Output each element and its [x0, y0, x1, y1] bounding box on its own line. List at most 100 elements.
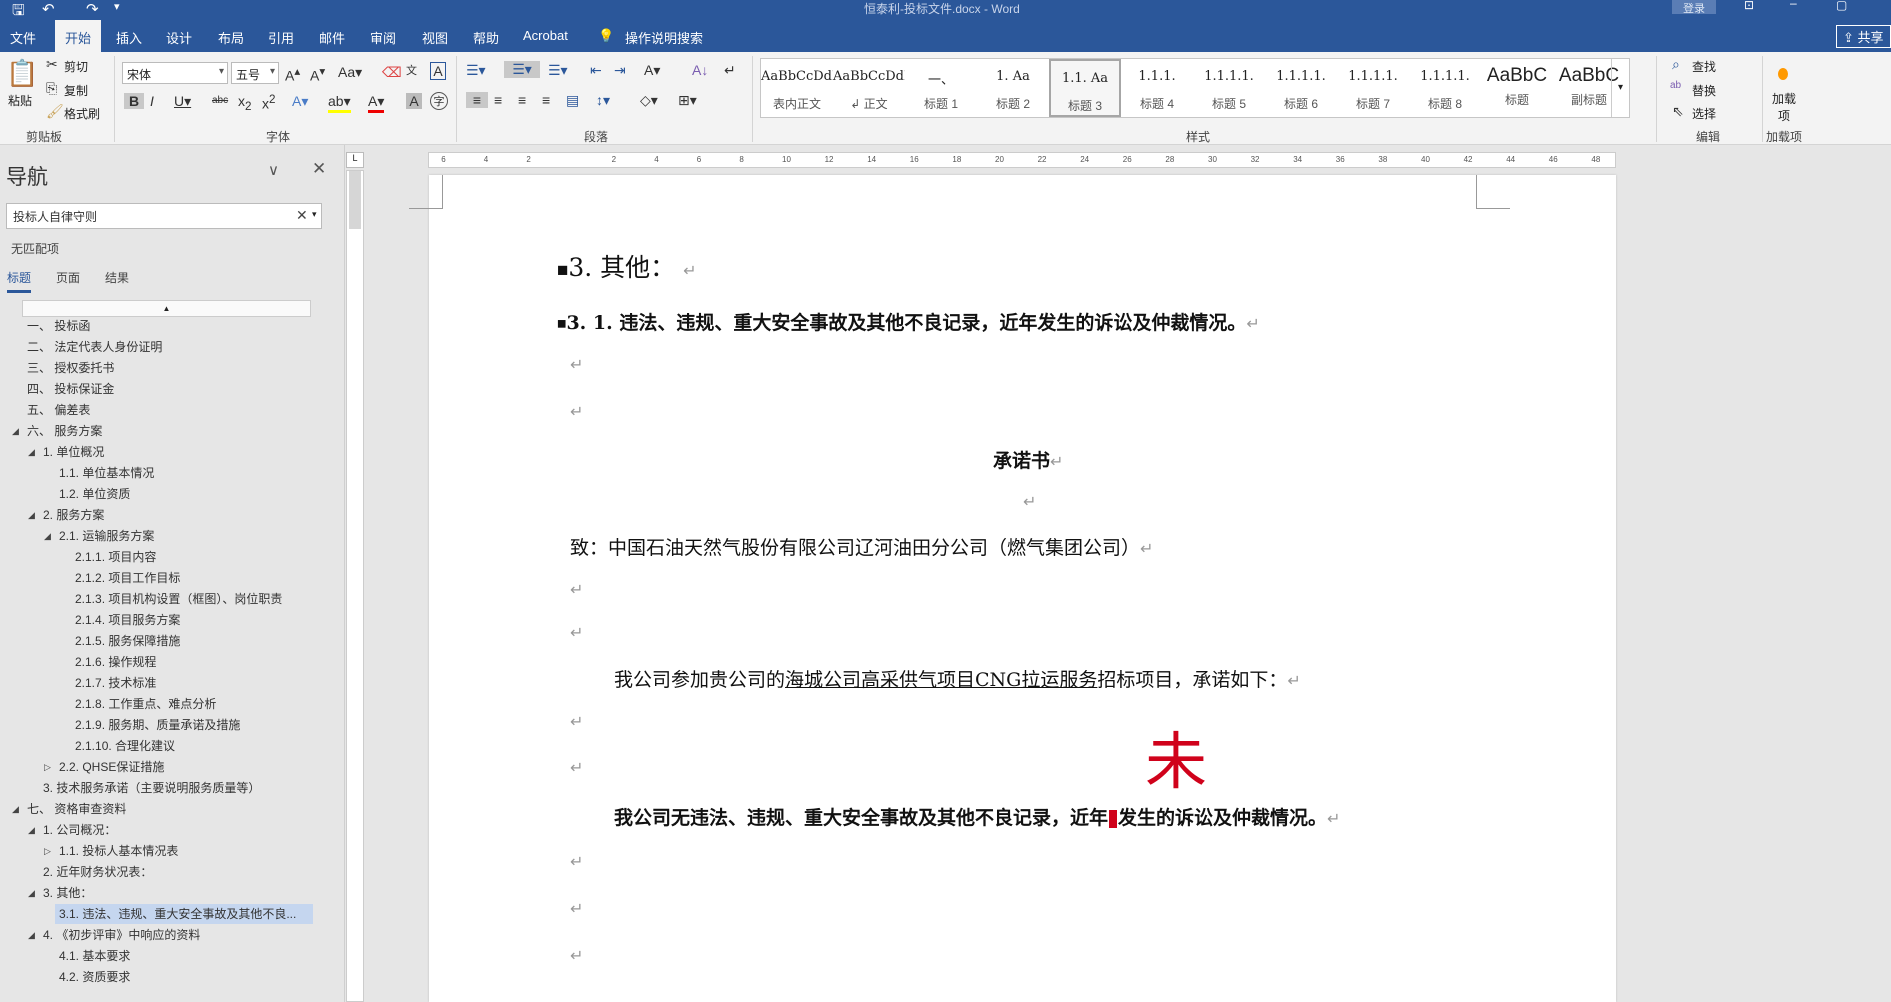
nav-heading-item[interactable]: 2. 服务方案 [43, 505, 104, 525]
nav-heading-item[interactable]: 3.1. 违法、违规、重大安全事故及其他不良... [55, 904, 313, 924]
style-9[interactable]: 1.1.1.1. 标题 8 [1409, 59, 1481, 117]
maximize-icon[interactable]: ▢ [1836, 0, 1847, 12]
tab-selector[interactable]: L [346, 152, 364, 168]
style-0[interactable]: AaBbCcDdI 表内正文 [761, 59, 833, 117]
clear-formatting-icon[interactable]: ⌫ [382, 64, 402, 81]
nav-heading-item[interactable]: 2.1.9. 服务期、质量承诺及措施 [75, 715, 240, 735]
redo-icon[interactable]: ↷ [86, 0, 99, 18]
shading-icon[interactable]: ◇▾ [640, 92, 658, 109]
nav-heading-item[interactable]: 1. 公司概况： [43, 820, 116, 840]
nav-heading-item[interactable]: 1.2. 单位资质 [59, 484, 130, 504]
tab-home[interactable]: 开始 [55, 20, 102, 52]
nav-heading-item[interactable]: 4.1. 基本要求 [59, 946, 130, 966]
nav-heading-item[interactable]: 2.1.3. 项目机构设置（框图）、岗位职责 [75, 589, 282, 609]
nav-tab-pages[interactable]: 页面 [56, 269, 80, 286]
share-button[interactable]: ⇪ 共享 [1836, 25, 1891, 48]
tell-me-search[interactable]: 操作说明搜索 [625, 26, 703, 49]
tab-insert[interactable]: 插入 [116, 26, 142, 49]
document-page[interactable]: ■3. 其他： ↵ ■3. 1. 违法、违规、重大安全事故及其他不良记录，近年发… [409, 175, 1616, 1002]
bold-button[interactable]: B [124, 93, 144, 109]
underline-button[interactable]: U▾ [174, 93, 191, 110]
tab-acrobat[interactable]: Acrobat [523, 26, 568, 45]
nav-options-chevron-icon[interactable]: ∨ [268, 161, 279, 179]
character-border-icon[interactable]: A [430, 62, 446, 80]
customize-icon[interactable]: ▾ [114, 0, 120, 13]
nav-heading-item[interactable]: 2.1.2. 项目工作目标 [75, 568, 180, 588]
collapse-icon[interactable]: ◢ [28, 925, 35, 945]
align-center-button[interactable]: ≡ [494, 92, 502, 108]
decrease-indent-icon[interactable]: ⇤ [590, 62, 602, 79]
styles-more-chevron-icon[interactable]: ▾ [1611, 59, 1629, 117]
align-right-button[interactable]: ≡ [518, 92, 526, 108]
show-marks-icon[interactable]: ↵ [724, 62, 736, 79]
nav-heading-item[interactable]: 2.1.1. 项目内容 [75, 547, 156, 567]
nav-heading-item[interactable]: 2.1.7. 技术标准 [75, 673, 156, 693]
tab-view[interactable]: 视图 [422, 26, 448, 49]
highlight-color-icon[interactable]: ab▾ [328, 93, 351, 113]
expand-icon[interactable]: ▷ [44, 841, 51, 861]
clear-search-icon[interactable]: ✕ [296, 207, 308, 224]
style-10[interactable]: AaBbC 标题 [1481, 59, 1553, 117]
superscript-button[interactable]: x2 [262, 93, 275, 112]
collapse-icon[interactable]: ◢ [28, 883, 35, 903]
nav-heading-item[interactable]: 4. 《初步评审》中响应的资料 [43, 925, 200, 945]
ribbon-display-icon[interactable]: ⊡ [1744, 0, 1754, 12]
nav-heading-item[interactable]: 3. 其他： [43, 883, 92, 903]
nav-heading-item[interactable]: 2.2. QHSE保证措施 [59, 757, 164, 777]
nav-heading-item[interactable]: 七、 资格审查资料 [27, 799, 126, 819]
login-button[interactable]: 登录 [1672, 0, 1716, 15]
collapse-icon[interactable]: ◢ [28, 442, 35, 462]
nav-search-input[interactable]: 投标人自律守则 ✕ ▾ [6, 203, 322, 229]
font-color-icon[interactable]: A▾ [368, 93, 385, 113]
style-4[interactable]: 1.1. Aa 标题 3 [1049, 59, 1121, 117]
enclose-characters-icon[interactable]: 字 [430, 92, 448, 110]
style-1[interactable]: AaBbCcDdI ↲ 正文 [833, 59, 905, 117]
font-size-select[interactable]: 五号 [231, 62, 279, 84]
subscript-button[interactable]: x2 [238, 93, 251, 113]
paste-button[interactable]: 粘贴 [8, 92, 32, 109]
scroll-up-button[interactable]: ▲ [22, 300, 311, 317]
nav-heading-item[interactable]: 2.1. 运输服务方案 [59, 526, 154, 546]
borders-icon[interactable]: ⊞▾ [678, 92, 697, 109]
cut-button[interactable]: 剪切 [64, 58, 88, 75]
nav-heading-item[interactable]: 2.1.4. 项目服务方案 [75, 610, 180, 630]
undo-icon[interactable]: ↶ [42, 0, 55, 18]
asian-layout-icon[interactable]: A▾ [644, 62, 660, 79]
tab-references[interactable]: 引用 [268, 26, 294, 49]
copy-button[interactable]: 复制 [64, 82, 88, 99]
nav-heading-item[interactable]: 2.1.10. 合理化建议 [75, 736, 175, 756]
collapse-icon[interactable]: ◢ [12, 799, 19, 819]
sort-icon[interactable]: A↓ [692, 62, 708, 78]
grow-font-icon[interactable]: A▴ [285, 64, 300, 84]
expand-icon[interactable]: ▷ [44, 757, 51, 777]
vertical-ruler[interactable] [346, 170, 364, 1002]
nav-heading-item[interactable]: 四、 投标保证金 [27, 379, 114, 399]
collapse-icon[interactable]: ◢ [44, 526, 51, 546]
phonetic-guide-icon[interactable]: 文 [406, 62, 417, 78]
nav-heading-item[interactable]: 六、 服务方案 [27, 421, 102, 441]
nav-heading-item[interactable]: 2. 近年财务状况表： [43, 862, 152, 882]
style-6[interactable]: 1.1.1.1. 标题 5 [1193, 59, 1265, 117]
tab-file[interactable]: 文件 [10, 26, 36, 49]
replace-button[interactable]: 替换 [1692, 82, 1716, 99]
select-button[interactable]: 选择 [1692, 105, 1716, 122]
line-spacing-icon[interactable]: ↕▾ [596, 92, 610, 109]
horizontal-ruler[interactable]: 6 4 2 2 4 6 8 10 12 14 16 18 20 22 24 26 28 30 32 34 36 38 40 4… [428, 152, 1616, 168]
nav-heading-item[interactable]: 一、 投标函 [27, 316, 90, 336]
change-case-icon[interactable]: Aa▾ [338, 64, 362, 81]
nav-heading-item[interactable]: 三、 授权委托书 [27, 358, 114, 378]
italic-button[interactable]: I [150, 93, 154, 109]
nav-heading-item[interactable]: 2.1.8. 工作重点、难点分析 [75, 694, 216, 714]
text-effects-icon[interactable]: A▾ [292, 93, 308, 110]
tab-mailings[interactable]: 邮件 [319, 26, 345, 49]
nav-tab-results[interactable]: 结果 [105, 269, 129, 286]
align-left-button[interactable]: ≡ [466, 92, 488, 108]
increase-indent-icon[interactable]: ⇥ [614, 62, 626, 79]
style-5[interactable]: 1.1.1. 标题 4 [1121, 59, 1193, 117]
find-button[interactable]: 查找 [1692, 58, 1716, 75]
nav-heading-item[interactable]: 1.1. 投标人基本情况表 [59, 841, 178, 861]
nav-heading-item[interactable]: 1.1. 单位基本情况 [59, 463, 154, 483]
nav-heading-item[interactable]: 二、 法定代表人身份证明 [27, 337, 162, 357]
justify-button[interactable]: ≡ [542, 92, 550, 108]
nav-heading-item[interactable]: 3. 技术服务承诺（主要说明服务质量等） [43, 778, 260, 798]
